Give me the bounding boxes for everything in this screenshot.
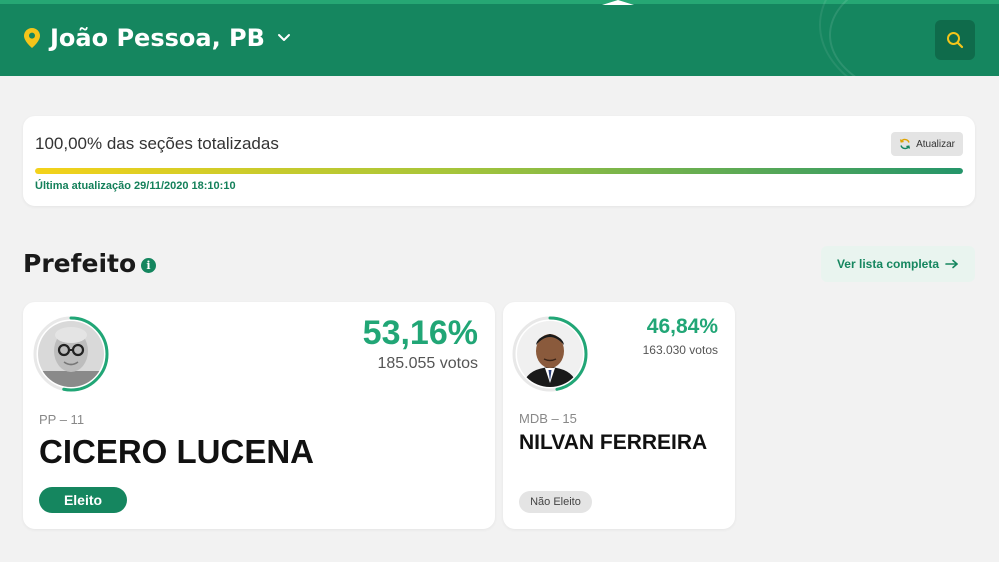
last-update-text: Última atualização 29/11/2020 18:10:10 <box>35 180 236 192</box>
candidate-name: CICERO LUCENA <box>39 433 315 470</box>
vote-percentage: 46,84% <box>646 315 718 338</box>
full-list-label: Ver lista completa <box>836 257 940 271</box>
candidate-avatar <box>512 316 592 396</box>
search-button[interactable] <box>935 20 975 60</box>
progress-bar-fill <box>35 168 963 174</box>
candidate-avatar <box>33 316 113 396</box>
candidate-card[interactable]: 46,84% 163.030 votos MDB – 15 NILVAN FER… <box>503 302 735 529</box>
sections-totalized-text: 100,00% das seções totalizadas <box>35 134 279 153</box>
chevron-down-icon <box>277 34 290 41</box>
candidate-photo <box>517 321 583 387</box>
arrow-right-icon <box>945 259 958 269</box>
status-badge-elected: Eleito <box>39 487 127 513</box>
location-pin-icon <box>24 28 40 48</box>
top-header: João Pessoa, PB <box>0 0 999 76</box>
full-list-button[interactable]: Ver lista completa <box>821 246 975 282</box>
candidate-name: NILVAN FERREIRA <box>519 431 708 454</box>
party-number: MDB – 15 <box>519 411 577 426</box>
refresh-icon <box>900 138 911 150</box>
candidate-photo <box>38 321 104 387</box>
vote-count: 185.055 votos <box>377 355 478 372</box>
candidate-card-winner[interactable]: 53,16% 185.055 votos PP – 11 CICERO LUCE… <box>23 302 495 529</box>
location-selector[interactable]: João Pessoa, PB <box>24 24 291 52</box>
info-icon[interactable]: i <box>141 258 156 273</box>
refresh-button-label: Atualizar <box>916 138 955 150</box>
party-number: PP – 11 <box>39 412 85 427</box>
totalization-progress-bar <box>35 168 963 174</box>
vote-count: 163.030 votos <box>642 343 718 357</box>
vote-percentage: 53,16% <box>362 314 478 352</box>
refresh-button[interactable]: Atualizar <box>891 132 963 156</box>
city-name: João Pessoa, PB <box>50 24 265 52</box>
search-icon <box>947 32 964 49</box>
status-badge-not-elected: Não Eleito <box>519 491 592 513</box>
section-title: Prefeito <box>23 249 137 278</box>
totalization-status-card: 100,00% das seções totalizadas Atualizar… <box>23 116 975 206</box>
header-notch <box>602 0 634 5</box>
